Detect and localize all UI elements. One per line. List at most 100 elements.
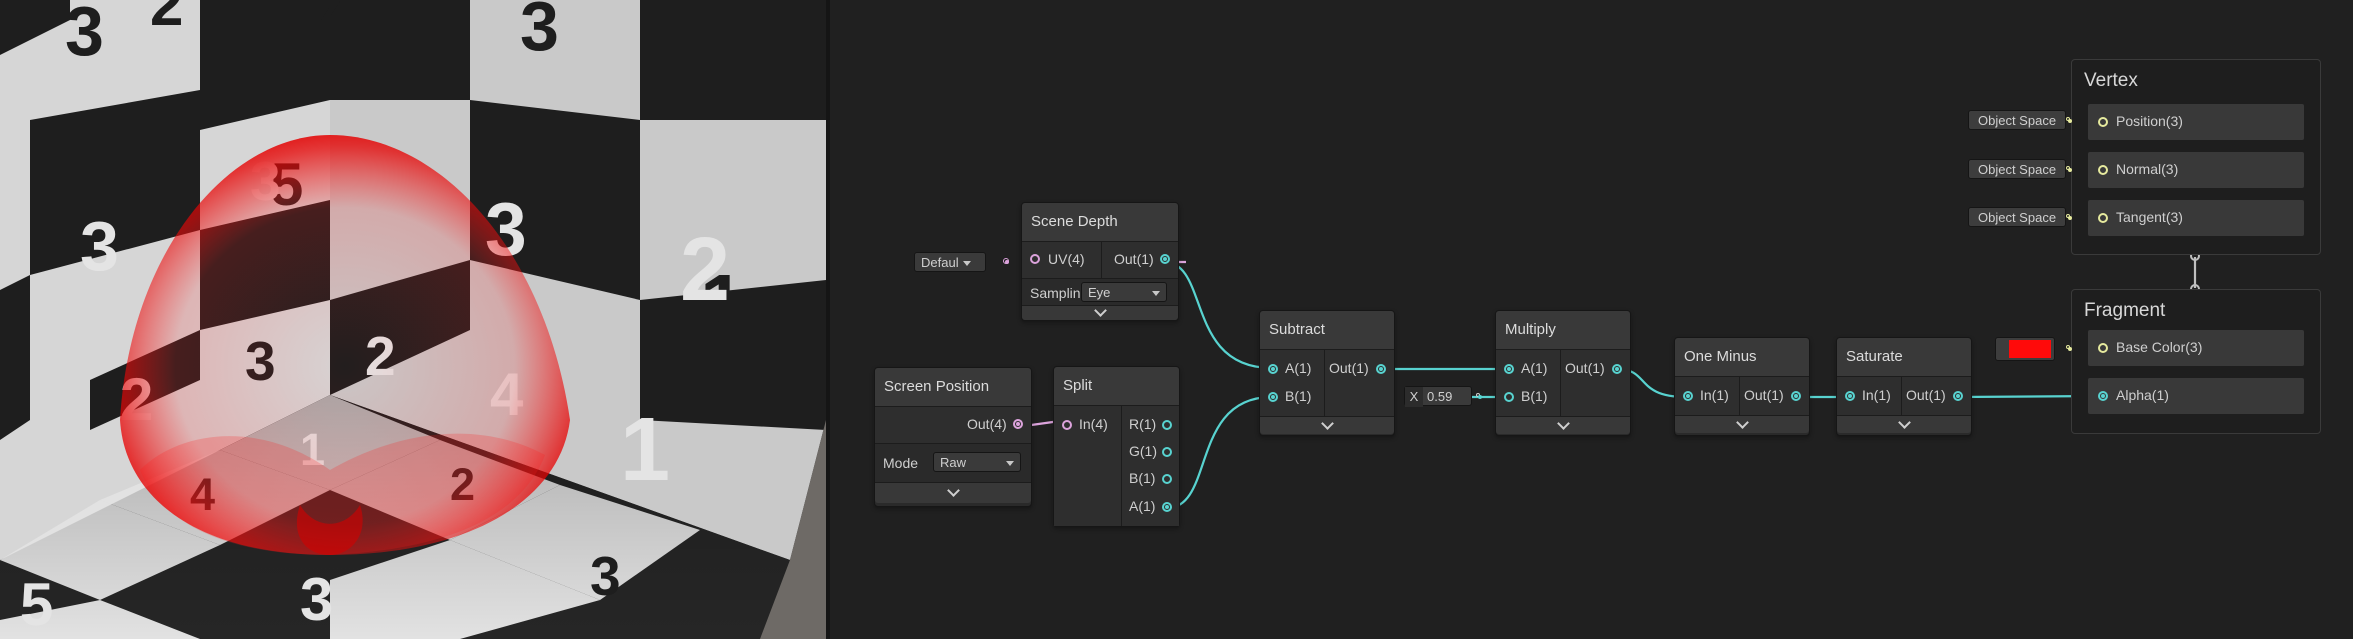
position-space-port [2066,117,2072,123]
scene-depth-uv-port[interactable] [1030,254,1040,264]
collapse-toggle[interactable] [875,482,1031,503]
one-minus-out-label: Out(1) [1744,387,1784,403]
multiply-out-port[interactable] [1612,364,1622,374]
split-out-r-port[interactable] [1162,420,1172,430]
multiply-title: Multiply [1496,311,1630,350]
viewport-number: 3 [590,545,621,607]
collapse-toggle[interactable] [1022,304,1178,320]
viewport-render: 3 2 4 3 5 3 1 3 3 3 2 2 2 4 1 1 5 3 4 2 … [0,0,826,639]
scene-depth-uv-label: UV(4) [1048,251,1085,267]
collapse-toggle[interactable] [1496,416,1630,434]
viewport-number: 4 [320,0,354,48]
saturate-in-label: In(1) [1862,387,1891,403]
subtract-node[interactable]: Subtract A(1) B(1) Out(1) [1259,310,1395,436]
one-minus-in-port[interactable] [1683,391,1693,401]
chevron-down-icon [946,484,960,497]
fragment-block-alpha[interactable]: Alpha(1) [2088,378,2304,414]
viewport-number: 3 [65,0,104,70]
subtract-title: Subtract [1260,311,1394,350]
multiply-b-field[interactable]: X 0.59 [1404,386,1472,407]
collapse-toggle[interactable] [1260,416,1394,434]
fragment-context[interactable]: Fragment Base Color(3) Alpha(1) [2071,289,2321,434]
vertex-block-position[interactable]: Position(3) [2088,104,2304,140]
vertex-normal-label: Normal(3) [2116,161,2179,177]
base-color-label: Base Color(3) [2116,339,2203,355]
fragment-title: Fragment [2084,300,2166,321]
sampling-dropdown[interactable]: Eye [1081,282,1167,302]
subtract-b-label: B(1) [1285,388,1312,404]
vertex-position-port[interactable] [2098,117,2108,127]
one-minus-out-port[interactable] [1791,391,1801,401]
scene-depth-node[interactable]: Scene Depth UV(4) Out(1) Samplin Eye [1021,202,1179,321]
vertex-block-tangent[interactable]: Tangent(3) [2088,200,2304,236]
multiply-b-value: 0.59 [1427,389,1453,404]
saturate-in-port[interactable] [1845,391,1855,401]
viewport-number: 2 [680,220,730,320]
dropdown-arrow-icon [1006,461,1014,466]
screen-position-node[interactable]: Screen Position Out(4) Mode Raw [874,367,1032,507]
mode-value: Raw [940,455,967,470]
subtract-out-port[interactable] [1376,364,1386,374]
fragment-block-base-color[interactable]: Base Color(3) [2088,330,2304,366]
screen-position-out-port[interactable] [1013,419,1023,429]
split-out-b-port[interactable] [1162,474,1172,484]
vertex-normal-port[interactable] [2098,165,2108,175]
alpha-port[interactable] [2098,391,2108,401]
one-minus-node[interactable]: One Minus In(1) Out(1) [1674,337,1810,436]
shader-graph-canvas[interactable]: Scene Depth UV(4) Out(1) Samplin Eye Def… [830,0,2353,639]
saturate-out-port[interactable] [1953,391,1963,401]
vertex-tangent-label: Tangent(3) [2116,209,2183,225]
chevron-down-icon [1735,415,1749,429]
split-out-a-label: A(1) [1129,498,1156,514]
mode-label: Mode [883,455,919,471]
split-out-a-port[interactable] [1162,502,1172,512]
scene-depth-out-port[interactable] [1160,254,1170,264]
base-color-swatch[interactable] [1995,337,2055,361]
mode-dropdown[interactable]: Raw [933,452,1021,472]
viewport-number: 5 [20,571,53,638]
split-in-port[interactable] [1062,420,1072,430]
multiply-a-port[interactable] [1504,364,1514,374]
vertex-context[interactable]: Vertex Position(3) Normal(3) Tangent(3) [2071,59,2321,255]
multiply-a-label: A(1) [1521,360,1548,376]
one-minus-title: One Minus [1675,338,1809,377]
uv-default-dropdown[interactable]: Defaul [914,252,986,272]
subtract-a-label: A(1) [1285,360,1312,376]
normal-space-field[interactable]: Object Space [1968,159,2067,179]
split-node[interactable]: Split In(4) R(1) G(1) B(1) A(1) [1053,366,1180,527]
vertex-block-normal[interactable]: Normal(3) [2088,152,2304,188]
saturate-out-label: Out(1) [1906,387,1946,403]
multiply-b-port[interactable] [1504,392,1514,402]
subtract-a-port[interactable] [1268,364,1278,374]
position-space-field[interactable]: Object Space [1968,110,2067,130]
viewport-number: 1 [620,400,670,500]
collapse-toggle[interactable] [1675,415,1809,433]
scene-viewport[interactable]: 3 2 4 3 5 3 1 3 3 3 2 2 2 4 1 1 5 3 4 2 … [0,0,826,639]
split-out-g-port[interactable] [1162,447,1172,457]
base-color-swatch-fill [2009,340,2051,358]
base-color-swatch-port [2066,345,2072,351]
tangent-space-port [2066,214,2072,220]
screen-position-title: Screen Position [875,368,1031,407]
dropdown-arrow-icon [963,261,971,266]
multiply-node[interactable]: Multiply A(1) B(1) Out(1) [1495,310,1631,436]
viewport-number: 3 [300,566,333,633]
multiply-b-default-port [1476,393,1482,399]
viewport-number: 2 [150,0,183,38]
base-color-port[interactable] [2098,343,2108,353]
normal-space-port [2066,166,2072,172]
sampling-label: Samplin [1030,285,1081,301]
viewport-number: 3 [80,207,119,285]
split-out-g-label: G(1) [1129,443,1157,459]
chevron-down-icon [1320,416,1334,430]
subtract-b-port[interactable] [1268,392,1278,402]
split-in-label: In(4) [1079,416,1108,432]
vertex-position-label: Position(3) [2116,113,2183,129]
chevron-down-icon [1556,416,1570,430]
scene-depth-out-label: Out(1) [1114,251,1154,267]
vertex-tangent-port[interactable] [2098,213,2108,223]
saturate-node[interactable]: Saturate In(1) Out(1) [1836,337,1972,436]
uv-default-value: Defaul [921,255,959,270]
tangent-space-field[interactable]: Object Space [1968,207,2067,227]
collapse-toggle[interactable] [1837,415,1971,433]
